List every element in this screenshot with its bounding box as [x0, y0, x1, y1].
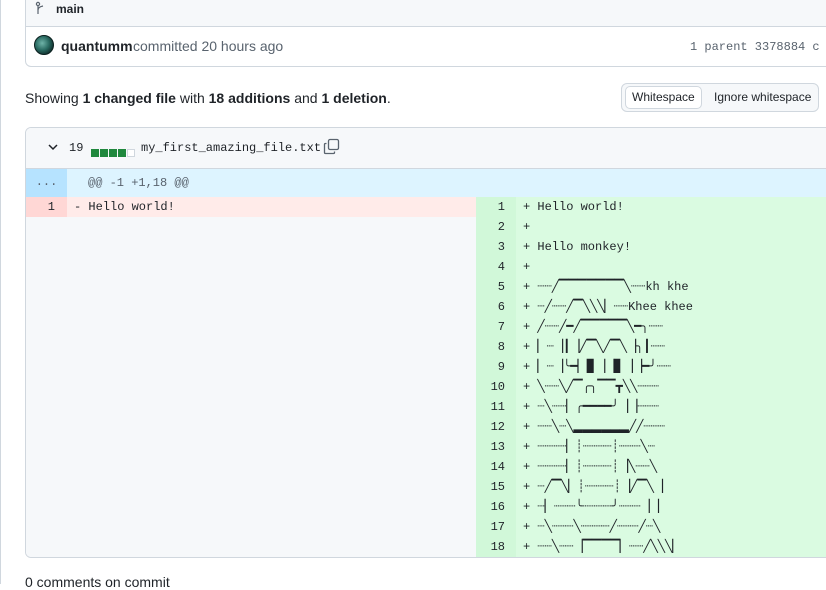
line-code: + ▏┈▕┃▕╱▔╲╱▔╲▕╮┃┈┈	[523, 340, 666, 354]
file-header: 19 my_first_amazing_file.txt	[26, 128, 826, 169]
diff-line: 4 +	[476, 257, 826, 277]
diff-line: 5 + ┈┈╱▔▔▔▔▔▔▔╲┈┈kh khe	[476, 277, 826, 297]
summary-additions: 18 additions	[208, 90, 291, 106]
parent-info[interactable]: 1 parent 3378884 c	[690, 40, 820, 54]
line-code: + ╲┈┈╲╱▔╭╮▔▔┳╲╲┈┈┈	[523, 380, 660, 394]
diff-line: 3 + Hello monkey!	[476, 237, 826, 257]
diff-line: 15 + ┈╱▔╲▏┊┈┈┈┈┊▕╱▔╲▕	[476, 477, 826, 497]
left-page-border	[0, 0, 1, 584]
diff-line: 1 - Hello world!	[26, 197, 476, 217]
line-code: + ▏┈▕╰━▏▊▕▕▋▕▕━╯┈┈	[523, 360, 672, 374]
diff-line: 14 + ┈┈┈┈▏┊┈┈┈┈┊▕╲┈┈╲	[476, 457, 826, 477]
diff-line: 13 + ┈┈┈┈▏┊┈┈┈┈┊┈┈┈╲┈	[476, 437, 826, 457]
ignore-whitespace-button[interactable]: Ignore whitespace	[708, 86, 817, 109]
diff-line: 10 + ╲┈┈╲╱▔╭╮▔▔┳╲╲┈┈┈	[476, 377, 826, 397]
avatar[interactable]	[34, 35, 54, 55]
summary-suffix: .	[386, 90, 391, 106]
whitespace-toggle: Whitespace Ignore whitespace	[621, 83, 819, 112]
line-number[interactable]: 15	[476, 477, 516, 497]
comments-heading: 0 comments on commit	[25, 574, 170, 590]
summary-and: and	[290, 90, 322, 106]
diff-line: 6 + ┈╱┈┈╱▔╲╲╲▏┈┈Khee khee	[476, 297, 826, 317]
git-branch-icon	[35, 1, 44, 14]
commit-author[interactable]: quantumm	[61, 38, 133, 54]
line-code: + ┈╲┈┈▏╭━━━━╯▕▕┈┈┈	[523, 400, 660, 414]
diffstat-square	[100, 149, 108, 157]
expand-hunk-button[interactable]: ...	[26, 169, 67, 197]
file-diff: 19 my_first_amazing_file.txt ... @@ -1 +…	[25, 127, 826, 558]
diff-line: 18 + ┈┈╲┈┈▕▔▔▔▔▏┈┈╱╲╲╲▏	[476, 537, 826, 557]
line-background	[516, 217, 826, 237]
line-number[interactable]: 7	[476, 317, 516, 337]
line-number[interactable]: 3	[476, 237, 516, 257]
diffstat-bar	[91, 144, 136, 157]
summary-changed: 1 changed file	[82, 90, 176, 106]
line-number[interactable]: 10	[476, 377, 516, 397]
line-code: + Hello monkey!	[523, 240, 632, 254]
line-code: + ┈┈┈┈▏┊┈┈┈┈┊▕╲┈┈╲	[523, 460, 658, 474]
line-number[interactable]: 14	[476, 457, 516, 477]
line-code: + ┈╲┈┈┈╲┈┈┈┈╱┈┈┈╱┈╲	[523, 520, 661, 534]
summary-deletions: 1 deletion	[321, 90, 387, 106]
chevron-down-icon[interactable]	[47, 141, 59, 153]
line-code: + ╱┈┈╱━╱▔▔▔▔▔╲━╮┈┈	[523, 320, 664, 334]
changes-count: 19	[69, 141, 84, 155]
line-number[interactable]: 2	[476, 217, 516, 237]
diff-line: 1 + Hello world!	[476, 197, 826, 217]
left-diff-pane: 1 - Hello world!	[26, 197, 476, 557]
line-code: + ┈┈┈┈▏┊┈┈┈┈┊┈┈┈╲┈	[523, 440, 655, 454]
line-code: + ┈┈╱▔▔▔▔▔▔▔╲┈┈kh khe	[523, 280, 689, 294]
diffstat-square	[127, 149, 135, 157]
line-code: + ┈┈╲┈┈▕▔▔▔▔▏┈┈╱╲╲╲▏	[523, 540, 682, 554]
branch-row: main	[26, 0, 826, 27]
diffstat-square	[91, 149, 99, 157]
diff-line: 17 + ┈╲┈┈┈╲┈┈┈┈╱┈┈┈╱┈╲	[476, 517, 826, 537]
line-code: + ┈┈╲┈╲▂▂▂▂▂▂╱╱┈┈┈	[523, 420, 666, 434]
diffstat-square	[118, 149, 126, 157]
right-diff-pane: 1 + Hello world! 2 +3 + Hello monkey! 4 +5 + ┈┈…	[476, 197, 826, 557]
diff-line: 12 + ┈┈╲┈╲▂▂▂▂▂▂╱╱┈┈┈	[476, 417, 826, 437]
line-number[interactable]: 12	[476, 417, 516, 437]
whitespace-button[interactable]: Whitespace	[625, 86, 702, 109]
diff-line: 2 +	[476, 217, 826, 237]
line-background	[516, 257, 826, 277]
summary-middle: with	[175, 90, 209, 106]
diff-summary: Showing 1 changed file with 18 additions…	[25, 90, 391, 106]
line-number[interactable]: 16	[476, 497, 516, 517]
line-number[interactable]: 6	[476, 297, 516, 317]
file-name[interactable]: my_first_amazing_file.txt	[141, 141, 321, 155]
diff-line: 7 + ╱┈┈╱━╱▔▔▔▔▔╲━╮┈┈	[476, 317, 826, 337]
diff-line: 8 + ▏┈▕┃▕╱▔╲╱▔╲▕╮┃┈┈	[476, 337, 826, 357]
line-code: + Hello world!	[523, 200, 624, 214]
branch-name[interactable]: main	[56, 2, 84, 16]
line-number[interactable]: 9	[476, 357, 516, 377]
line-code: + ┈▏┈┈┈╰┈┈┈┈╯┈┈┈▕▕	[523, 500, 660, 514]
copy-icon[interactable]	[323, 138, 340, 155]
line-number[interactable]: 5	[476, 277, 516, 297]
diff-line: 9 + ▏┈▕╰━▏▊▕▕▋▕▕━╯┈┈	[476, 357, 826, 377]
line-code: + ┈╱▔╲▏┊┈┈┈┈┊▕╱▔╲▕	[523, 480, 664, 494]
diff-line: 11 + ┈╲┈┈▏╭━━━━╯▕▕┈┈┈	[476, 397, 826, 417]
diff-line: 16 + ┈▏┈┈┈╰┈┈┈┈╯┈┈┈▕▕	[476, 497, 826, 517]
line-number[interactable]: 1	[26, 197, 67, 217]
line-number[interactable]: 8	[476, 337, 516, 357]
commit-time: committed 20 hours ago	[133, 38, 284, 54]
line-code: - Hello world!	[74, 200, 175, 214]
hunk-header: @@ -1 +1,18 @@	[88, 176, 189, 190]
diffstat-square	[109, 149, 117, 157]
line-code: +	[523, 260, 531, 274]
line-number[interactable]: 18	[476, 537, 516, 557]
line-number[interactable]: 4	[476, 257, 516, 277]
hunk-header-row: ... @@ -1 +1,18 @@	[26, 169, 826, 197]
commit-header: main quantumm committed 20 hours ago 1 p…	[25, 0, 826, 67]
line-number[interactable]: 17	[476, 517, 516, 537]
line-code: + ┈╱┈┈╱▔╲╲╲▏┈┈Khee khee	[523, 300, 693, 314]
line-number[interactable]: 13	[476, 437, 516, 457]
line-number[interactable]: 1	[476, 197, 516, 217]
line-code: +	[523, 220, 531, 234]
line-number[interactable]: 11	[476, 397, 516, 417]
summary-prefix: Showing	[25, 90, 83, 106]
